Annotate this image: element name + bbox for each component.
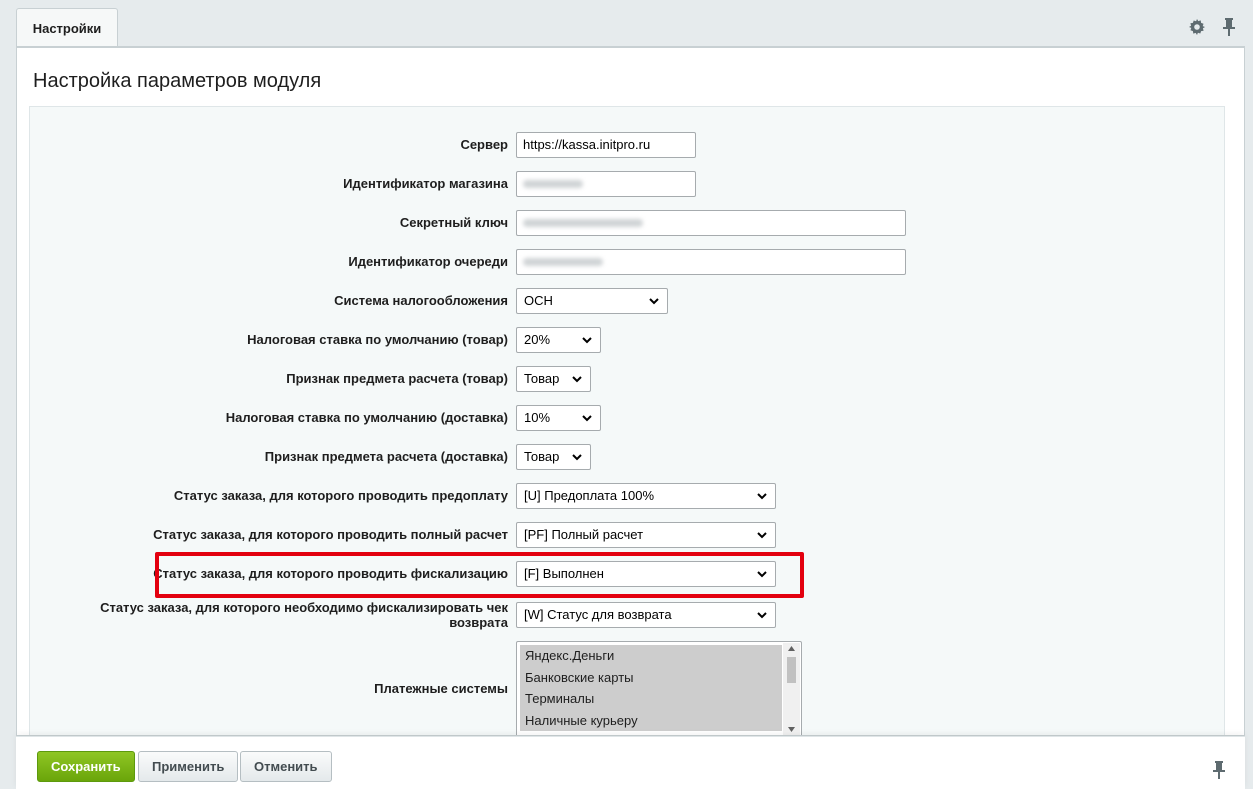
- list-item[interactable]: Наличные курьеру: [520, 709, 782, 731]
- queue-id-input[interactable]: [516, 249, 906, 275]
- subject-item-label: Признак предмета расчета (товар): [286, 371, 508, 386]
- payment-systems-items: Яндекс.Деньги Банковские карты Терминалы…: [520, 645, 782, 731]
- payment-systems-listbox[interactable]: Яндекс.Деньги Банковские карты Терминалы…: [516, 641, 802, 735]
- scroll-down-icon[interactable]: [788, 727, 795, 732]
- bottom-bar: Сохранить Применить Отменить: [16, 736, 1245, 789]
- tax-rate-item-select[interactable]: 20%: [516, 327, 601, 353]
- row-status-full: Статус заказа, для которого проводить по…: [30, 522, 1224, 548]
- chevron-down-icon: [757, 493, 767, 500]
- row-secret-key: Секретный ключ: [30, 210, 1224, 236]
- status-prepay-label: Статус заказа, для которого проводить пр…: [173, 488, 508, 503]
- apply-button[interactable]: Применить: [138, 751, 239, 782]
- tax-system-select[interactable]: ОСН: [516, 288, 668, 314]
- chevron-down-icon: [757, 532, 767, 539]
- list-item[interactable]: Яндекс.Деньги: [520, 645, 782, 667]
- page-title: Настройка параметров модуля: [33, 70, 322, 92]
- row-tax-system: Система налогообложения ОСН: [30, 288, 1224, 314]
- payment-systems-label: Платежные системы: [374, 681, 508, 696]
- chevron-down-icon: [572, 454, 582, 461]
- chevron-down-icon: [757, 612, 767, 619]
- status-prepay-value: [U] Предоплата 100%: [524, 488, 655, 503]
- status-full-value: [PF] Полный расчет: [524, 527, 644, 542]
- row-status-prepay: Статус заказа, для которого проводить пр…: [30, 483, 1224, 509]
- tax-system-label: Система налогообложения: [334, 293, 508, 308]
- queue-id-label: Идентификатор очереди: [348, 254, 508, 269]
- status-prepay-select[interactable]: [U] Предоплата 100%: [516, 483, 776, 509]
- row-tax-rate-delivery: Налоговая ставка по умолчанию (доставка)…: [30, 405, 1224, 431]
- tax-rate-delivery-select[interactable]: 10%: [516, 405, 601, 431]
- cancel-button[interactable]: Отменить: [240, 751, 332, 782]
- settings-panel: Настройка параметров модуля Сервер https…: [16, 46, 1245, 736]
- chevron-down-icon: [582, 337, 592, 344]
- tax-rate-delivery-label: Налоговая ставка по умолчанию (доставка): [225, 410, 508, 425]
- gear-icon[interactable]: [1189, 19, 1205, 35]
- shop-id-label: Идентификатор магазина: [343, 176, 508, 191]
- subject-delivery-value: Товар: [524, 449, 560, 464]
- status-return-label: Статус заказа, для которого необходимо ф…: [38, 600, 508, 630]
- top-icons: [1189, 18, 1235, 36]
- listbox-scrollbar[interactable]: [783, 643, 800, 735]
- status-return-label-line2: возврата: [449, 615, 508, 630]
- subject-delivery-select[interactable]: Товар: [516, 444, 591, 470]
- scrollbar-thumb[interactable]: [787, 657, 796, 683]
- row-server: Сервер https://kassa.initpro.ru: [30, 132, 1224, 158]
- row-status-return: Статус заказа, для которого необходимо ф…: [30, 600, 1224, 630]
- tab-bar: Настройки: [0, 0, 1253, 48]
- row-payment-systems: Платежные системы Яндекс.Деньги Банковск…: [30, 641, 1224, 735]
- list-item[interactable]: Терминалы: [520, 688, 782, 710]
- server-input[interactable]: https://kassa.initpro.ru: [516, 132, 696, 158]
- tab-settings[interactable]: Настройки: [16, 8, 118, 48]
- subject-item-value: Товар: [524, 371, 560, 386]
- shop-id-input[interactable]: [516, 171, 696, 197]
- row-subject-delivery: Признак предмета расчета (доставка) Това…: [30, 444, 1224, 470]
- secret-key-input[interactable]: [516, 210, 906, 236]
- status-full-label: Статус заказа, для которого проводить по…: [153, 527, 508, 542]
- pin-icon[interactable]: [1213, 761, 1225, 782]
- list-item[interactable]: Банковские карты: [520, 666, 782, 688]
- status-full-select[interactable]: [PF] Полный расчет: [516, 522, 776, 548]
- subject-delivery-label: Признак предмета расчета (доставка): [264, 449, 508, 464]
- secret-key-label: Секретный ключ: [399, 215, 508, 230]
- tax-rate-item-label: Налоговая ставка по умолчанию (товар): [247, 332, 508, 347]
- tax-system-value: ОСН: [524, 293, 553, 308]
- chevron-down-icon: [649, 298, 659, 305]
- row-queue-id: Идентификатор очереди: [30, 249, 1224, 275]
- status-return-label-line1: Статус заказа, для которого необходимо ф…: [100, 600, 508, 615]
- scroll-up-icon[interactable]: [788, 646, 795, 651]
- chevron-down-icon: [582, 415, 592, 422]
- chevron-down-icon: [572, 376, 582, 383]
- row-tax-rate-item: Налоговая ставка по умолчанию (товар) 20…: [30, 327, 1224, 353]
- row-shop-id: Идентификатор магазина: [30, 171, 1224, 197]
- tax-rate-delivery-value: 10%: [524, 410, 551, 425]
- tax-rate-item-value: 20%: [524, 332, 551, 347]
- settings-form: Сервер https://kassa.initpro.ru Идентифи…: [29, 106, 1225, 735]
- pin-icon[interactable]: [1223, 18, 1235, 36]
- highlight-frame: [155, 552, 804, 598]
- subject-item-select[interactable]: Товар: [516, 366, 591, 392]
- save-button[interactable]: Сохранить: [37, 751, 135, 782]
- row-subject-item: Признак предмета расчета (товар) Товар: [30, 366, 1224, 392]
- status-return-select[interactable]: [W] Статус для возврата: [516, 602, 776, 628]
- status-return-value: [W] Статус для возврата: [524, 607, 672, 622]
- server-label: Сервер: [460, 137, 508, 152]
